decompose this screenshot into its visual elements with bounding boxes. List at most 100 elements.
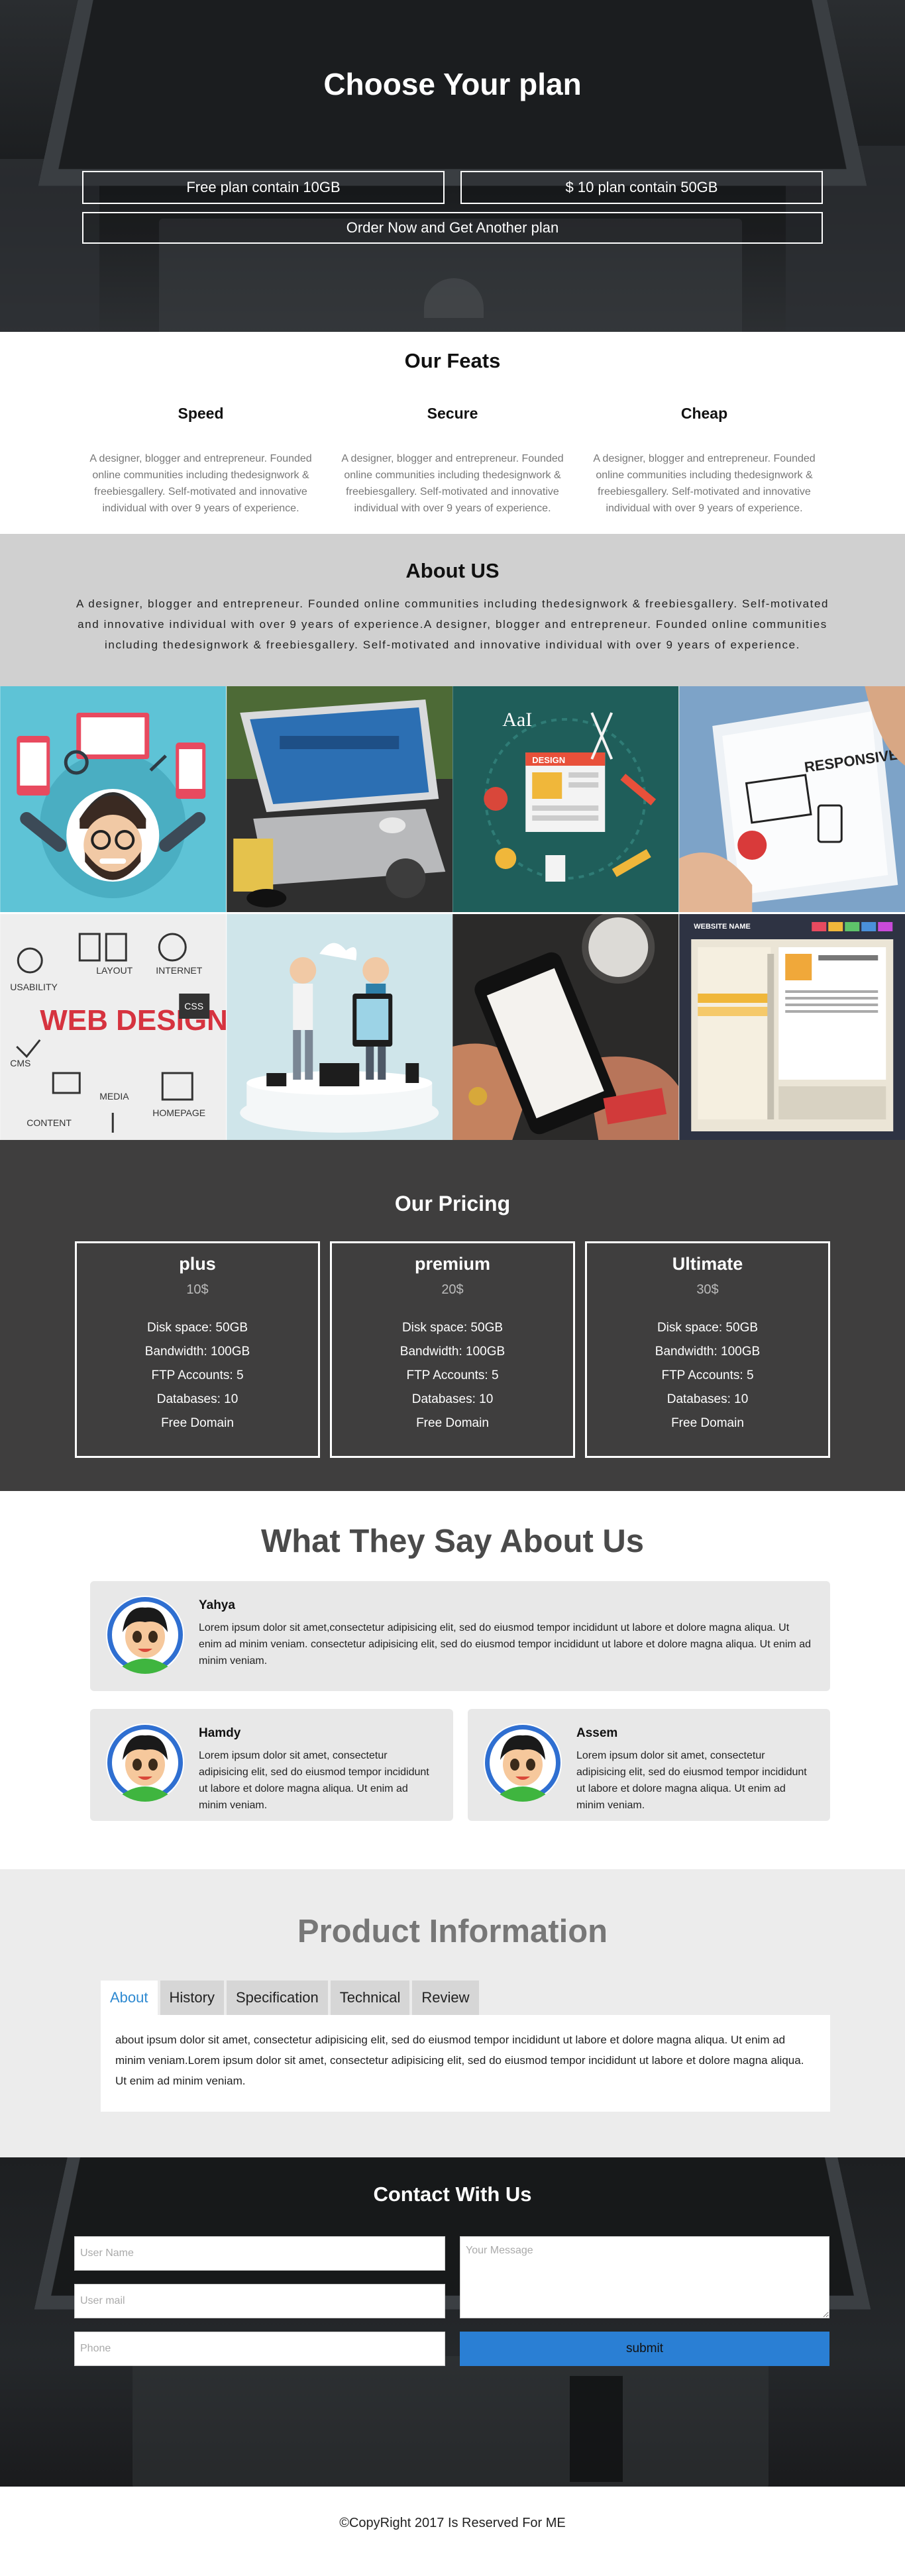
- contact-cup-image: [570, 2376, 623, 2482]
- contact-laptop-base-image: [133, 2356, 769, 2487]
- plan-features: Disk space: 50GB Bandwidth: 100GB FTP Ac…: [332, 1316, 573, 1435]
- gallery-tile-web-design[interactable]: WEB DESIGN USABILITY LAYOUT INTERNET CSS…: [0, 914, 227, 1140]
- product-info-section: Product Information About History Specif…: [0, 1869, 905, 2157]
- web-design-words-illustration: WEB DESIGN USABILITY LAYOUT INTERNET CSS…: [0, 914, 227, 1140]
- plan-options-row: Free plan contain 10GB $ 10 plan contain…: [82, 171, 823, 204]
- pricing-section: Our Pricing plus 10$ Disk space: 50GB Ba…: [0, 1140, 905, 1491]
- tile-word: CSS: [184, 1001, 203, 1011]
- gallery-tile-devices-character[interactable]: [0, 686, 227, 912]
- gallery-tile-desk-laptop[interactable]: [226, 686, 453, 912]
- plan-feature: Free Domain: [416, 1416, 489, 1430]
- order-now-button[interactable]: Order Now and Get Another plan: [82, 212, 823, 244]
- about-section: About US A designer, blogger and entrepr…: [0, 534, 905, 686]
- about-text: A designer, blogger and entrepreneur. Fo…: [76, 597, 829, 651]
- paid-plan-button[interactable]: $ 10 plan contain 50GB: [460, 171, 823, 204]
- copyright-text: ©CopyRight 2017 Is Reserved For ME: [339, 2516, 566, 2530]
- phone-input[interactable]: [74, 2332, 445, 2366]
- plan-feature: FTP Accounts: 5: [151, 1368, 244, 1382]
- pricing-card-premium[interactable]: premium 20$ Disk space: 50GB Bandwidth: …: [330, 1241, 575, 1458]
- testimonial-card: Assem Lorem ipsum dolor sit amet, consec…: [468, 1709, 830, 1821]
- hero-section: Choose Your plan Free plan contain 10GB …: [0, 0, 905, 332]
- avatar: [106, 1596, 184, 1674]
- message-textarea[interactable]: [460, 2236, 829, 2318]
- avatar: [484, 1724, 562, 1802]
- feat-title: Secure: [427, 405, 478, 422]
- characters-devices-illustration: [226, 914, 452, 1140]
- tile-word: INTERNET: [156, 965, 202, 976]
- plan-feature: Free Domain: [161, 1416, 234, 1430]
- testimonial-name: Hamdy: [199, 1726, 241, 1740]
- tab-specification[interactable]: Specification: [226, 1981, 328, 2015]
- contact-section: Contact With Us submit: [0, 2157, 905, 2487]
- tile-word: USABILITY: [10, 982, 58, 992]
- gallery-tile-responsive-design[interactable]: RESPONSIVE DESIGN: [678, 686, 905, 912]
- feat-cheap: Cheap A designer, blogger and entreprene…: [592, 405, 817, 517]
- plan-feature: Bandwidth: 100GB: [399, 1345, 506, 1359]
- feat-speed: Speed A designer, blogger and entreprene…: [88, 405, 313, 517]
- tab-history[interactable]: History: [160, 1981, 224, 2015]
- phone-hand-photo: [452, 914, 679, 1140]
- tile-website-name: WEBSITE NAME: [694, 923, 751, 931]
- plan-feature: Bandwidth: 100GB: [655, 1345, 761, 1359]
- tab-technical[interactable]: Technical: [330, 1981, 410, 2015]
- feat-secure: Secure A designer, blogger and entrepren…: [340, 405, 565, 517]
- plan-name: premium: [414, 1254, 491, 1274]
- testimonial-name: Yahya: [199, 1598, 235, 1612]
- feats-title: Our Feats: [404, 349, 501, 372]
- plan-feature: Disk space: 50GB: [146, 1321, 248, 1335]
- gallery-tile-phone-hand[interactable]: [452, 914, 679, 1140]
- plan-name: plus: [179, 1254, 216, 1274]
- feats-section: Our Feats Speed A designer, blogger and …: [0, 332, 905, 534]
- tile-word: LAYOUT: [96, 965, 133, 976]
- free-plan-button[interactable]: Free plan contain 10GB: [82, 171, 445, 204]
- plan-feature: Databases: 10: [666, 1392, 749, 1406]
- feat-title: Cheap: [680, 405, 728, 422]
- plan-price: 30$: [696, 1282, 719, 1297]
- tile-font-sample: AaI: [502, 709, 532, 731]
- gallery-tile-website-mockup[interactable]: WEBSITE NAME: [678, 914, 905, 1140]
- plan-feature: Disk space: 50GB: [657, 1321, 759, 1335]
- gallery-tile-design-tools[interactable]: DESIGN AaI: [452, 686, 679, 912]
- pricing-card-ultimate[interactable]: Ultimate 30$ Disk space: 50GB Bandwidth:…: [585, 1241, 830, 1458]
- plan-features: Disk space: 50GB Bandwidth: 100GB FTP Ac…: [77, 1316, 318, 1435]
- responsive-design-photo: RESPONSIVE DESIGN: [678, 686, 905, 912]
- testimonial-text: Lorem ipsum dolor sit amet, consectetur …: [199, 1750, 429, 1811]
- portfolio-gallery: DESIGN AaI RESPONSIVE DESIGN WEB: [0, 686, 905, 1140]
- plan-name: Ultimate: [672, 1254, 743, 1274]
- testimonial-name: Assem: [576, 1726, 618, 1740]
- gallery-tile-characters-devices[interactable]: [226, 914, 453, 1140]
- plan-feature: Bandwidth: 100GB: [144, 1345, 250, 1359]
- contact-title: Contact With Us: [373, 2183, 532, 2206]
- testimonial-text: Lorem ipsum dolor sit amet,consectetur a…: [199, 1622, 812, 1667]
- plan-feature: Databases: 10: [156, 1392, 239, 1406]
- feats-columns: Speed A designer, blogger and entreprene…: [0, 405, 905, 517]
- user-mail-input[interactable]: [74, 2284, 445, 2318]
- submit-button[interactable]: submit: [460, 2332, 829, 2366]
- tile-word: MEDIA: [99, 1091, 129, 1102]
- cartoon-boy-avatar: [107, 1725, 183, 1802]
- design-tools-illustration: DESIGN AaI: [452, 686, 679, 912]
- plan-price: 10$: [186, 1282, 209, 1297]
- desk-laptop-photo: [226, 686, 452, 912]
- feat-text: A designer, blogger and entrepreneur. Fo…: [341, 453, 564, 514]
- tile-word: CONTENT: [27, 1117, 72, 1128]
- tab-review[interactable]: Review: [412, 1981, 479, 2015]
- plan-feature: FTP Accounts: 5: [406, 1368, 499, 1382]
- feat-text: A designer, blogger and entrepreneur. Fo…: [593, 453, 816, 514]
- testimonials-title: What They Say About Us: [260, 1523, 645, 1559]
- feat-text: A designer, blogger and entrepreneur. Fo…: [89, 453, 312, 514]
- pricing-title: Our Pricing: [394, 1192, 511, 1215]
- website-mockup-illustration: WEBSITE NAME: [678, 914, 905, 1140]
- tile-design-label: DESIGN: [532, 755, 565, 765]
- feat-title: Speed: [178, 405, 224, 422]
- cartoon-boy-avatar: [107, 1597, 183, 1674]
- tab-about[interactable]: About: [101, 1981, 158, 2015]
- about-title: About US: [405, 559, 500, 582]
- cartoon-boy-avatar: [485, 1725, 560, 1802]
- plan-feature: Databases: 10: [411, 1392, 494, 1406]
- pricing-card-plus[interactable]: plus 10$ Disk space: 50GB Bandwidth: 100…: [75, 1241, 320, 1458]
- product-info-title: Product Information: [297, 1914, 608, 1949]
- testimonial-card: Hamdy Lorem ipsum dolor sit amet, consec…: [90, 1709, 453, 1821]
- testimonials-section: What They Say About Us Yahya Lorem ipsum…: [0, 1491, 905, 1869]
- user-name-input[interactable]: [74, 2236, 445, 2271]
